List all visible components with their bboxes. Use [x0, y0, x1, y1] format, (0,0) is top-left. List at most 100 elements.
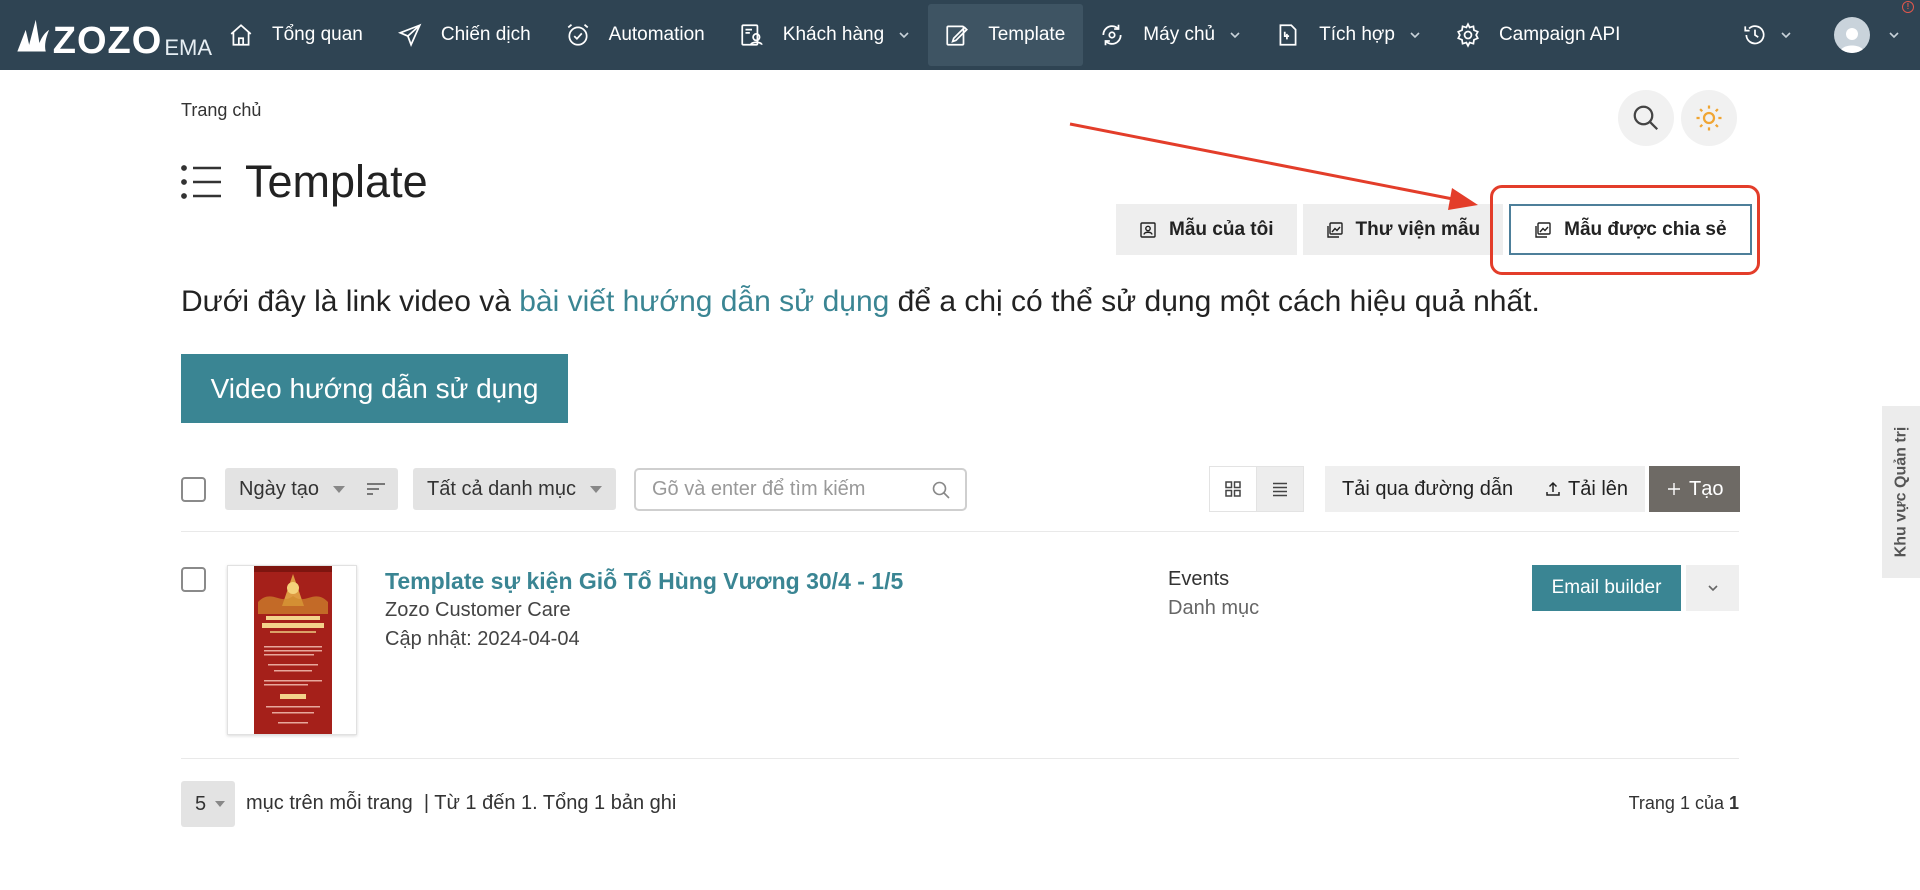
upload-label: Tải lên — [1568, 477, 1629, 500]
nav-item-automation[interactable]: Automation — [549, 4, 723, 66]
sort-order-button[interactable] — [353, 468, 398, 510]
user-template-icon — [1140, 221, 1156, 238]
template-updated: Cập nhật: 2024-04-04 — [385, 628, 580, 650]
thumbnail-image — [254, 566, 332, 734]
create-button[interactable]: Tạo — [1649, 466, 1741, 512]
chevron-down-icon — [1889, 32, 1899, 39]
caret-down-icon — [589, 485, 602, 493]
grid-view-button[interactable] — [1210, 467, 1257, 511]
nav-item-servers[interactable]: Máy chủ — [1083, 4, 1259, 66]
total-pages: 1 — [1728, 793, 1739, 813]
nav-label: Máy chủ — [1143, 24, 1216, 45]
thumbnail-artwork — [254, 566, 332, 734]
tab-template-library[interactable]: Thư viện mẫu — [1302, 204, 1504, 255]
sync-icon — [1102, 24, 1122, 46]
nav-item-campaigns[interactable]: Chiến dịch — [381, 4, 549, 66]
integration-icon — [1279, 24, 1297, 46]
page-prefix: Trang 1 của — [1628, 793, 1729, 813]
view-toggle — [1209, 466, 1304, 512]
chevron-down-icon — [1230, 32, 1240, 39]
category-dropdown[interactable]: Tất cả danh mục — [413, 468, 616, 510]
nav-label: Template — [988, 24, 1066, 45]
search-input[interactable] — [652, 478, 931, 501]
download-link-label: Tải qua đường dẫn — [1342, 477, 1514, 500]
admin-area-side-tab[interactable]: Khu vực Quản trị — [1882, 406, 1920, 578]
sort-by-value: Ngày tạo — [239, 477, 320, 500]
download-link-button[interactable]: Tải qua đường dẫn — [1325, 466, 1531, 512]
email-builder-button[interactable]: Email builder — [1532, 565, 1681, 611]
intro-before: Dưới đây là link video và — [181, 285, 520, 318]
nav-item-campaign-api[interactable]: Campaign API — [1439, 4, 1638, 66]
nav-label: Tổng quan — [272, 24, 363, 45]
search-button[interactable] — [1618, 90, 1674, 146]
nav-label: Campaign API — [1498, 24, 1621, 45]
list-lines-icon — [1272, 482, 1287, 497]
template-category-label: Danh mục — [1168, 597, 1260, 619]
nav-item-integrations[interactable]: Tích hợp — [1259, 4, 1439, 66]
logo[interactable]: ZOZO EMA — [0, 0, 212, 70]
nav-item-overview[interactable]: Tổng quan — [212, 4, 381, 66]
select-all-checkbox[interactable] — [181, 477, 206, 502]
user-menu[interactable]: ! — [1834, 1, 1914, 53]
page-header: Template — [181, 156, 428, 208]
sort-by-dropdown[interactable]: Ngày tạo — [225, 468, 360, 510]
tab-my-templates[interactable]: Mẫu của tôi — [1116, 204, 1297, 255]
template-thumbnail[interactable] — [227, 565, 357, 735]
sort-icon — [366, 483, 385, 495]
home-icon — [230, 24, 252, 46]
tab-label: Thư viện mẫu — [1355, 218, 1481, 240]
contacts-icon — [741, 24, 763, 46]
breadcrumb[interactable]: Trang chủ — [181, 100, 261, 121]
create-label: Tạo — [1689, 477, 1724, 500]
caret-down-icon — [333, 485, 346, 493]
plus-icon — [1668, 483, 1680, 495]
divider — [181, 758, 1739, 759]
page-info: Trang 1 của 1 — [1629, 793, 1739, 814]
nav-item-template[interactable]: Template — [928, 4, 1084, 66]
upload-button[interactable]: Tải lên — [1528, 466, 1646, 512]
list-icon — [181, 165, 221, 199]
theme-toggle-button[interactable] — [1681, 90, 1737, 146]
divider — [181, 531, 1739, 532]
edit-document-icon — [946, 25, 969, 46]
search-icon — [1633, 105, 1659, 131]
video-guide-button[interactable]: Video hướng dẫn sử dụng — [181, 354, 568, 423]
nav-item-customers[interactable]: Khách hàng — [723, 4, 928, 66]
top-navbar: ZOZO EMA Tổng quan Chiến dịch Automation… — [0, 0, 1920, 70]
search-icon[interactable] — [931, 480, 951, 500]
template-author: Zozo Customer Care — [385, 599, 571, 621]
annotation-highlight-box — [1490, 185, 1760, 275]
list-toolbar: Ngày tạo Tất cả danh mục Tải qua đường d… — [181, 466, 1741, 512]
avatar[interactable] — [1834, 17, 1870, 53]
notification-badge[interactable]: ! — [1902, 1, 1914, 13]
per-page-dropdown[interactable]: 5 — [181, 781, 235, 827]
pagination-summary: mục trên mỗi trang | Từ 1 đến 1. Tổng 1 … — [246, 792, 676, 815]
grid-icon — [1225, 481, 1241, 497]
gear-icon — [1457, 22, 1479, 48]
logo-subtext: EMA — [164, 35, 212, 60]
sun-icon — [1696, 105, 1722, 131]
caret-down-icon — [215, 801, 226, 807]
intro-after: để a chị có thể sử dụng một cách hiệu qu… — [889, 285, 1540, 318]
intro-text: Dưới đây là link video và bài viết hướng… — [181, 285, 1540, 319]
logo-text: ZOZO — [52, 20, 163, 62]
chevron-down-icon — [1410, 32, 1420, 39]
template-title-link[interactable]: Template sự kiện Giỗ Tổ Hùng Vương 30/4 … — [385, 568, 903, 595]
history-icon — [1744, 25, 1765, 45]
chevron-down-icon — [1781, 32, 1791, 39]
user-icon — [1840, 28, 1864, 53]
nav-label: Automation — [608, 24, 705, 45]
history-menu[interactable] — [1742, 22, 1792, 48]
guide-article-link[interactable]: bài viết hướng dẫn sử dụng — [519, 285, 889, 318]
chevron-down-icon — [899, 32, 909, 39]
nav-label: Khách hàng — [782, 24, 885, 45]
record-range: | Từ 1 đến 1. Tổng 1 bản ghi — [423, 792, 677, 814]
logo-mark-icon — [17, 19, 50, 52]
list-view-button[interactable] — [1256, 467, 1303, 511]
row-more-button[interactable] — [1686, 565, 1739, 611]
row-checkbox[interactable] — [181, 567, 206, 592]
template-category: Events — [1168, 568, 1230, 590]
page-title: Template — [245, 156, 428, 207]
alarm-check-icon — [567, 24, 588, 46]
pagination: 5 mục trên mỗi trang | Từ 1 đến 1. Tổng … — [181, 781, 1739, 827]
